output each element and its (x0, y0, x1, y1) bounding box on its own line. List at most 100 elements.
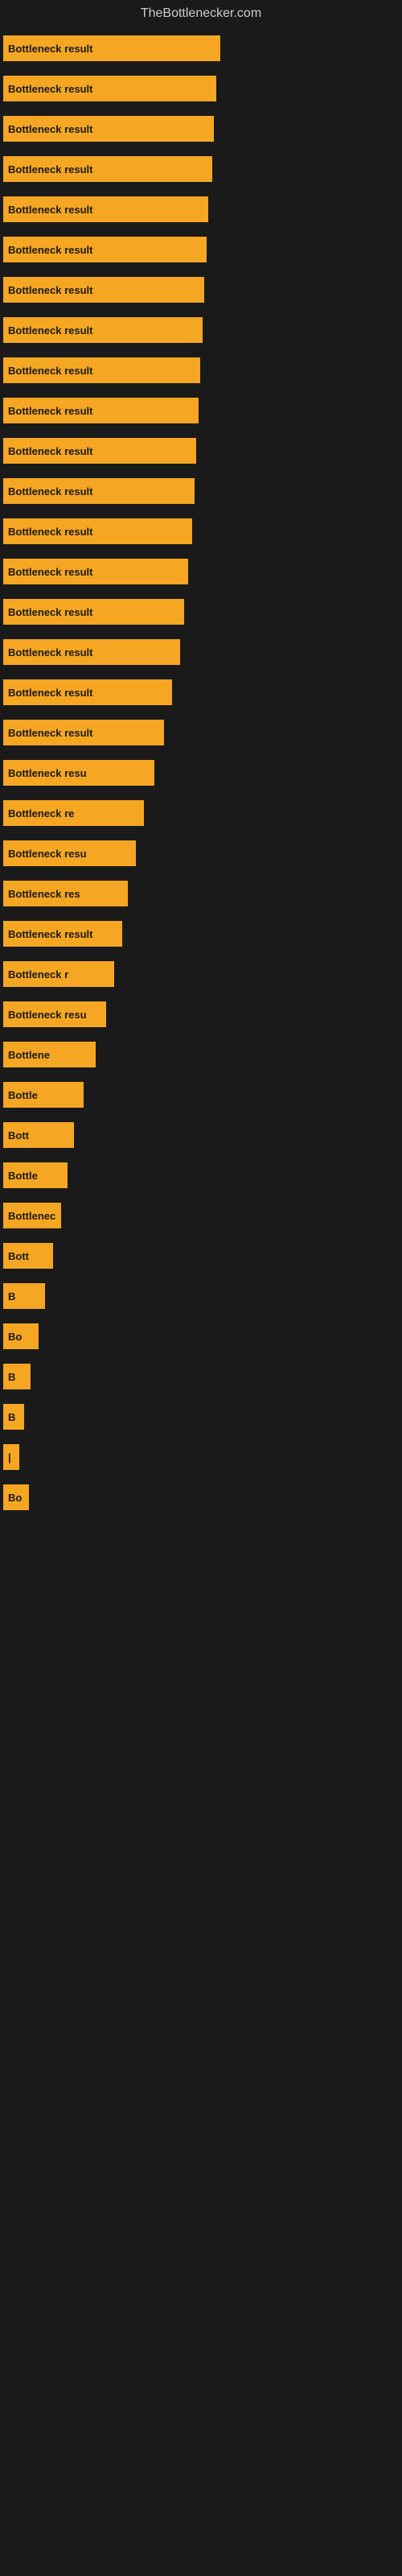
bar-label-2: Bottleneck result (8, 123, 92, 135)
bar-label-12: Bottleneck result (8, 526, 92, 538)
bar-34: B (3, 1404, 24, 1430)
bar-label-11: Bottleneck result (8, 485, 92, 497)
bar-20: Bottleneck resu (3, 840, 136, 866)
site-title: TheBottlenecker.com (0, 0, 402, 27)
bar-row: Bottleneck result (0, 921, 402, 947)
bar-label-13: Bottleneck result (8, 566, 92, 578)
bar-row: Bott (0, 1243, 402, 1269)
bar-4: Bottleneck result (3, 196, 208, 222)
bar-label-22: Bottleneck result (8, 928, 92, 940)
bar-1: Bottleneck result (3, 76, 216, 101)
bar-23: Bottleneck r (3, 961, 114, 987)
bar-label-30: Bott (8, 1250, 29, 1262)
bar-row: Bottleneck res (0, 881, 402, 906)
bar-row: | (0, 1444, 402, 1470)
bar-label-14: Bottleneck result (8, 606, 92, 618)
bar-row: Bottleneck result (0, 76, 402, 101)
bar-label-20: Bottleneck resu (8, 848, 87, 860)
bar-26: Bottle (3, 1082, 84, 1108)
bar-row: Bottleneck result (0, 438, 402, 464)
bar-label-33: B (8, 1371, 15, 1383)
bar-label-23: Bottleneck r (8, 968, 68, 980)
bar-28: Bottle (3, 1162, 68, 1188)
bar-35: | (3, 1444, 19, 1470)
bar-row: Bo (0, 1323, 402, 1349)
bar-36: Bo (3, 1484, 29, 1510)
bar-label-19: Bottleneck re (8, 807, 74, 819)
bar-row: Bo (0, 1484, 402, 1510)
bar-14: Bottleneck result (3, 599, 184, 625)
bar-18: Bottleneck resu (3, 760, 154, 786)
bar-label-16: Bottleneck result (8, 687, 92, 699)
bar-16: Bottleneck result (3, 679, 172, 705)
bar-label-31: B (8, 1290, 15, 1302)
bar-row: Bottleneck result (0, 720, 402, 745)
bar-label-0: Bottleneck result (8, 43, 92, 55)
bar-31: B (3, 1283, 45, 1309)
bar-24: Bottleneck resu (3, 1001, 106, 1027)
bar-row: Bottleneck resu (0, 1001, 402, 1027)
bar-32: Bo (3, 1323, 39, 1349)
bar-5: Bottleneck result (3, 237, 207, 262)
bar-label-18: Bottleneck resu (8, 767, 87, 779)
bar-row: Bottleneck result (0, 679, 402, 705)
bar-29: Bottlenec (3, 1203, 61, 1228)
bars-container: Bottleneck result Bottleneck result Bottle… (0, 27, 402, 1533)
bar-row: Bottleneck result (0, 398, 402, 423)
bar-label-10: Bottleneck result (8, 445, 92, 457)
bar-row: Bottleneck result (0, 156, 402, 182)
bar-row: Bottleneck result (0, 237, 402, 262)
bar-row: B (0, 1404, 402, 1430)
bar-row: Bottleneck result (0, 35, 402, 61)
bar-label-24: Bottleneck resu (8, 1009, 87, 1021)
bar-row: Bottleneck r (0, 961, 402, 987)
bar-label-4: Bottleneck result (8, 204, 92, 216)
bar-row: Bottleneck result (0, 518, 402, 544)
bar-row: Bottlenec (0, 1203, 402, 1228)
bar-21: Bottleneck res (3, 881, 128, 906)
bar-label-29: Bottlenec (8, 1210, 55, 1222)
bar-3: Bottleneck result (3, 156, 212, 182)
bar-row: Bottleneck re (0, 800, 402, 826)
bar-row: B (0, 1283, 402, 1309)
bar-8: Bottleneck result (3, 357, 200, 383)
bar-row: Bottleneck result (0, 196, 402, 222)
bar-6: Bottleneck result (3, 277, 204, 303)
bar-label-6: Bottleneck result (8, 284, 92, 296)
bar-9: Bottleneck result (3, 398, 199, 423)
bar-15: Bottleneck result (3, 639, 180, 665)
bar-19: Bottleneck re (3, 800, 144, 826)
bar-row: Bottleneck result (0, 317, 402, 343)
bar-label-3: Bottleneck result (8, 163, 92, 175)
bar-label-35: | (8, 1451, 11, 1463)
bar-label-27: Bott (8, 1129, 29, 1141)
bar-row: Bottleneck result (0, 639, 402, 665)
bar-row: Bottleneck result (0, 478, 402, 504)
bar-label-9: Bottleneck result (8, 405, 92, 417)
bar-row: Bottleneck result (0, 599, 402, 625)
bar-label-32: Bo (8, 1331, 22, 1343)
bar-2: Bottleneck result (3, 116, 214, 142)
bar-label-34: B (8, 1411, 15, 1423)
bar-label-28: Bottle (8, 1170, 38, 1182)
bar-row: Bottleneck result (0, 277, 402, 303)
bar-row: Bottleneck result (0, 559, 402, 584)
bar-row: Bottleneck result (0, 116, 402, 142)
bar-row: Bottlene (0, 1042, 402, 1067)
bar-label-1: Bottleneck result (8, 83, 92, 95)
bar-label-8: Bottleneck result (8, 365, 92, 377)
bar-row: Bottleneck resu (0, 840, 402, 866)
bar-label-21: Bottleneck res (8, 888, 80, 900)
bar-row: Bottle (0, 1162, 402, 1188)
bar-row: Bottleneck resu (0, 760, 402, 786)
bar-10: Bottleneck result (3, 438, 196, 464)
bar-row: Bottleneck result (0, 357, 402, 383)
bar-25: Bottlene (3, 1042, 96, 1067)
bar-row: B (0, 1364, 402, 1389)
bar-label-5: Bottleneck result (8, 244, 92, 256)
bar-11: Bottleneck result (3, 478, 195, 504)
bar-7: Bottleneck result (3, 317, 203, 343)
bar-30: Bott (3, 1243, 53, 1269)
bar-row: Bott (0, 1122, 402, 1148)
bar-17: Bottleneck result (3, 720, 164, 745)
